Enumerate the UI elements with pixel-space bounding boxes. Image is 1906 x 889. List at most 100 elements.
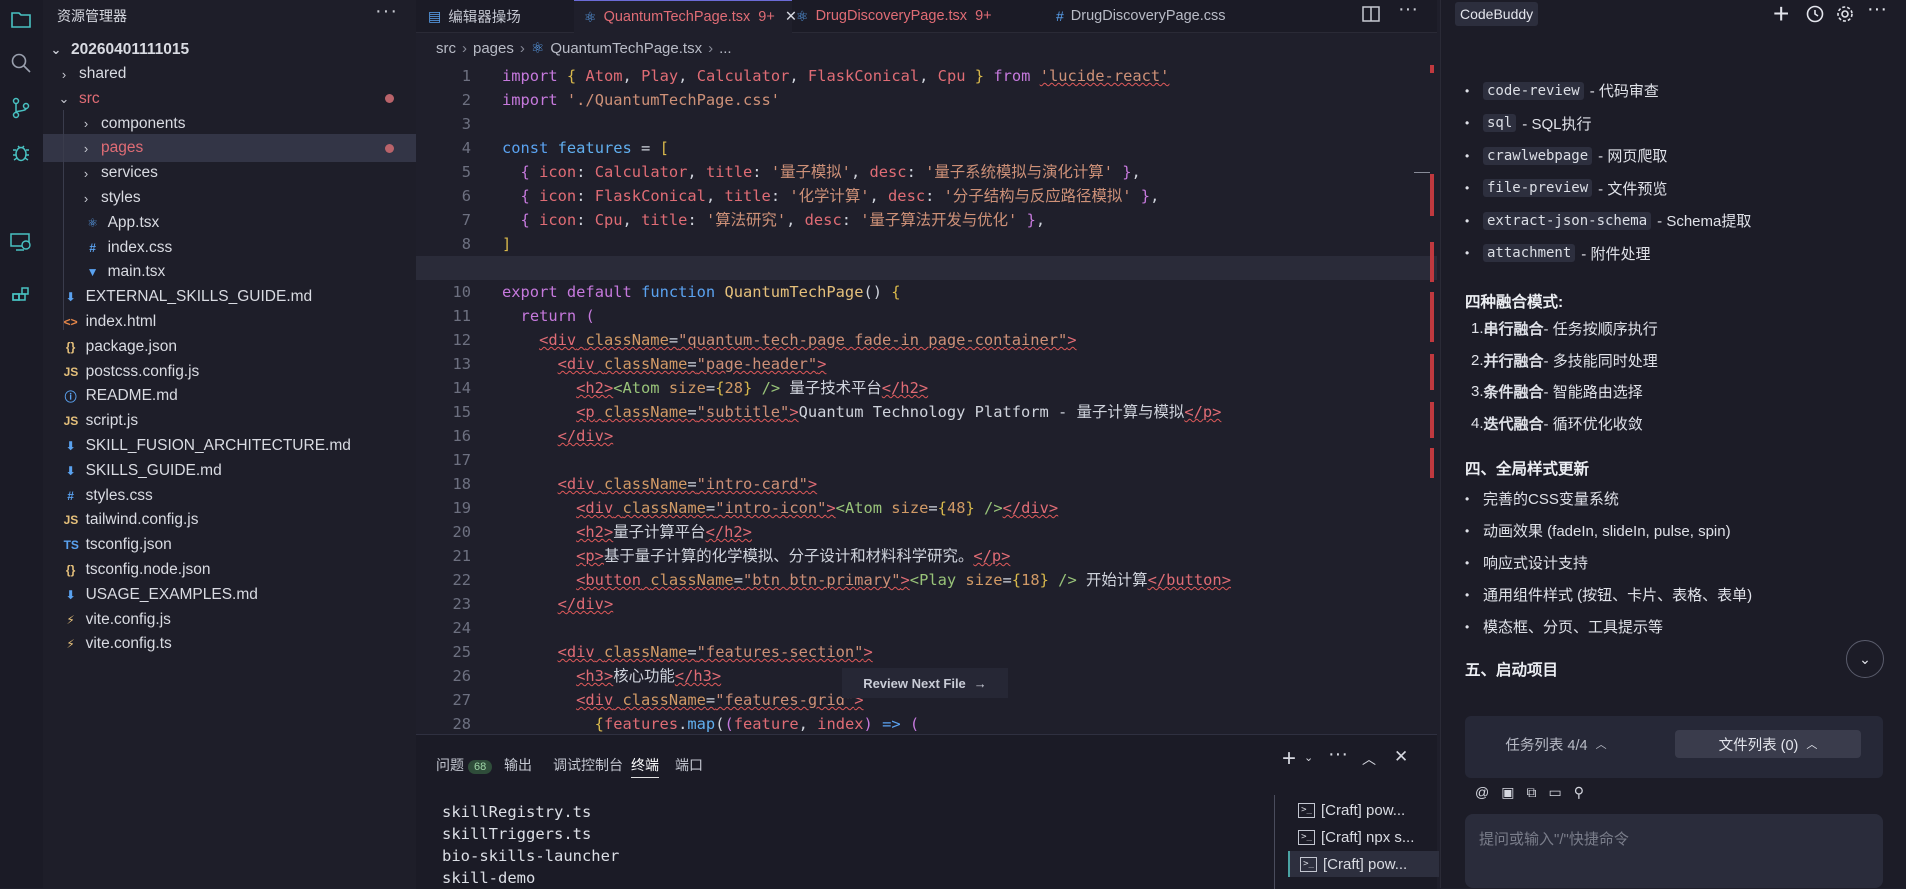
maximize-panel-icon[interactable]: ︿ (1362, 749, 1376, 769)
codebuddy-tab[interactable]: CodeBuddy (1455, 2, 1539, 26)
editor-more-icon[interactable]: ··· (1398, 0, 1418, 21)
code-line: export default function QuantumTechPage(… (502, 283, 901, 301)
chat-input[interactable]: 提问或输入"/"快捷命令 (1465, 814, 1883, 888)
tree-folder[interactable]: › pages (43, 134, 416, 163)
chevron-down-icon: ⌄ (58, 90, 70, 106)
tree-file[interactable]: # styles.css (43, 482, 416, 510)
close-panel-icon[interactable]: ✕ (1394, 747, 1408, 767)
breadcrumb-pages[interactable]: pages (473, 40, 514, 57)
skill-desc: - Schema提取 (1657, 213, 1752, 230)
tab-debug-console[interactable]: 调试控制台 (553, 755, 623, 775)
terminal-instance[interactable]: >_ [Craft] pow... (1288, 797, 1437, 823)
code-editor[interactable]: 1234567891011121314151617181920212223242… (416, 64, 1437, 734)
tab-drugdiscoverypage-tsx[interactable]: ⚛ DrugDiscoveryPage.tsx 9+ (796, 0, 996, 32)
tree-file[interactable]: # index.css (43, 234, 416, 262)
tree-file[interactable]: ⬇ SKILL_FUSION_ARCHITECTURE.md (43, 432, 416, 460)
chat-more-icon[interactable]: ··· (1867, 0, 1887, 21)
new-terminal-plus-icon[interactable]: + (1282, 745, 1296, 773)
tree-file[interactable]: ⚛ App.tsx (43, 209, 416, 237)
tree-item-label: postcss.config.js (85, 362, 200, 380)
skill-list-item: • attachment - 附件处理 (1465, 243, 1650, 264)
file-type-icon: TS (63, 538, 79, 553)
file-type-icon: # (67, 488, 74, 503)
extensions-icon[interactable] (6, 281, 36, 311)
tree-file[interactable]: ⬇ USAGE_EXAMPLES.md (43, 581, 416, 609)
overview-ruler[interactable] (1414, 32, 1440, 734)
style-list-item: • 响应式设计支持 (1465, 552, 1588, 573)
tree-item-label: components (101, 114, 186, 132)
style-item-text: 通用组件样式 (按钮、卡片、表格、表单) (1483, 587, 1753, 604)
panel-more-icon[interactable]: ··· (1328, 743, 1348, 766)
tree-file[interactable]: ▼ main.tsx (43, 258, 416, 286)
gear-icon[interactable] (1835, 4, 1855, 28)
task-list-toggle[interactable]: 任务列表 4/4 ︿ (1481, 730, 1631, 758)
chevron-down-icon[interactable]: ⌄ (1304, 751, 1313, 764)
scroll-to-bottom-button[interactable]: ⌄ (1846, 640, 1884, 678)
search-icon[interactable] (6, 48, 36, 78)
tree-file[interactable]: ⓘ README.md (43, 382, 416, 410)
tree-folder[interactable]: › shared (43, 60, 416, 88)
tree-file[interactable]: JS script.js (43, 407, 416, 435)
style-list-item: • 通用组件样式 (按钮、卡片、表格、表单) (1465, 584, 1752, 605)
code-line: <div className="features-section"> (557, 643, 873, 661)
terminal-instance-label: [Craft] npx s... (1321, 828, 1415, 846)
task-file-bar: 任务列表 4/4 ︿ 文件列表 (0) ︿ (1465, 716, 1883, 778)
tree-file[interactable]: JS postcss.config.js (43, 358, 416, 386)
tree-item-label: styles.css (85, 486, 153, 504)
knowledge-book-icon[interactable]: ▭ (1548, 784, 1561, 801)
tree-file[interactable]: ⬇ SKILLS_GUIDE.md (43, 457, 416, 485)
tree-folder[interactable]: › styles (43, 184, 416, 212)
history-icon[interactable] (1805, 4, 1825, 28)
breadcrumb-symbol[interactable]: ... (719, 40, 732, 57)
split-editor-icon[interactable] (1361, 4, 1381, 28)
file-type-icon: JS (63, 414, 79, 429)
tree-folder[interactable]: ⌄ src (43, 85, 416, 113)
tab-quantumtechpage[interactable]: ⚛ QuantumTechPage.tsx 9+ ✕ (574, 0, 797, 33)
chevron-right-icon: › (83, 140, 89, 156)
tab-drugdiscoverypage-css[interactable]: # DrugDiscoveryPage.css (1056, 0, 1256, 32)
tree-file[interactable]: ⬇ EXTERNAL_SKILLS_GUIDE.md (43, 283, 416, 311)
tab-problems[interactable]: 问题 68 (436, 755, 493, 775)
at-mention-icon[interactable]: @ (1475, 784, 1489, 801)
file-type-icon: {} (65, 563, 76, 577)
explorer-icon[interactable] (6, 4, 36, 34)
tab-output[interactable]: 输出 (504, 755, 532, 775)
tree-file[interactable]: <> index.html (43, 308, 416, 336)
tree-file[interactable]: ⚡ vite.config.js (43, 606, 416, 634)
review-next-file-button[interactable]: Review Next File → (842, 668, 1008, 698)
tree-folder[interactable]: › components (43, 110, 416, 138)
tree-folder[interactable]: › services (43, 159, 416, 187)
fusion-mode-desc: - 智能路由选择 (1543, 384, 1643, 401)
file-type-icon: JS (63, 513, 79, 528)
tab-ports[interactable]: 端口 (675, 755, 703, 775)
new-chat-plus-icon[interactable]: + (1773, 0, 1789, 30)
file-type-icon: ⚛ (87, 215, 98, 230)
tree-item-label: vite.config.js (85, 610, 171, 628)
chevron-right-icon: › (519, 39, 525, 57)
tree-file[interactable]: {} tsconfig.node.json (43, 556, 416, 584)
task-list-label: 任务列表 4/4 (1505, 737, 1588, 754)
tree-file[interactable]: TS tsconfig.json (43, 531, 416, 559)
tree-file[interactable]: JS tailwind.config.js (43, 506, 416, 534)
skill-list-item: • sql - SQL执行 (1465, 113, 1591, 134)
image-icon[interactable]: ▣ (1501, 784, 1514, 801)
terminal-instance[interactable]: >_ [Craft] npx s... (1288, 824, 1437, 850)
breadcrumb-src[interactable]: src (436, 40, 456, 57)
skill-desc: - SQL执行 (1522, 115, 1592, 133)
explorer-more-button[interactable]: ··· (375, 0, 398, 23)
tree-item-label: USAGE_EXAMPLES.md (85, 585, 258, 603)
tree-file[interactable]: {} package.json (43, 333, 416, 361)
code-line: <h2>量子计算平台</h2> (576, 523, 752, 541)
debug-icon[interactable] (6, 138, 36, 168)
chevron-right-icon: › (83, 190, 89, 206)
file-list-toggle[interactable]: 文件列表 (0) ︿ (1675, 730, 1861, 758)
terminal-instance-active[interactable]: >_ [Craft] pow... (1288, 851, 1439, 877)
remote-explorer-icon[interactable] (6, 227, 36, 257)
breadcrumb-file[interactable]: QuantumTechPage.tsx (550, 40, 702, 57)
source-control-icon[interactable] (6, 93, 36, 123)
tree-file[interactable]: ⚡ vite.config.ts (43, 630, 416, 658)
tab-editor-playground[interactable]: ▤ 编辑器操场 (428, 0, 568, 32)
tab-terminal[interactable]: 终端 (631, 755, 659, 778)
rules-icon[interactable]: ⚲ (1574, 784, 1584, 801)
figma-icon[interactable]: ⧉ (1526, 784, 1536, 801)
